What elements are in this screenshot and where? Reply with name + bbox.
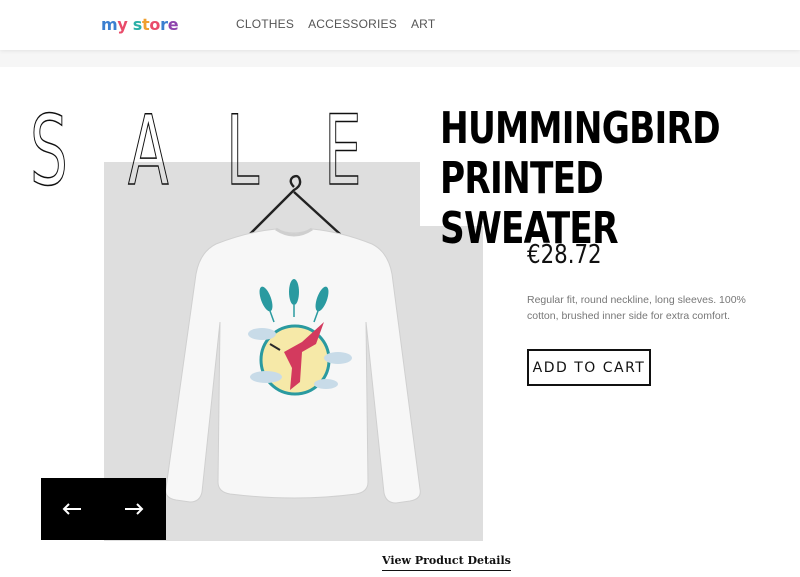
logo-letter: e — [167, 15, 179, 34]
product-title: HUMMINGBIRD PRINTED SWEATER — [440, 103, 721, 254]
logo-letter: r — [160, 15, 168, 34]
add-to-cart-button[interactable]: ADD TO CART — [527, 349, 651, 386]
logo-letter: y — [117, 15, 128, 34]
sale-letter: E — [324, 95, 363, 207]
logo-letter: o — [149, 15, 161, 34]
logo-letter: s — [132, 15, 143, 34]
main-nav: CLOTHES ACCESSORIES ART — [236, 17, 435, 31]
site-header: my store CLOTHES ACCESSORIES ART — [0, 0, 800, 50]
product-description: Regular fit, round neckline, long sleeve… — [527, 294, 746, 322]
arrow-right-icon — [125, 503, 144, 515]
logo-letter: t — [142, 15, 150, 34]
next-button[interactable] — [103, 478, 165, 540]
nav-link-clothes[interactable]: CLOTHES — [236, 17, 294, 31]
sale-letter: S — [30, 95, 69, 207]
arrow-left-icon — [62, 503, 81, 515]
header-divider — [0, 50, 800, 67]
view-product-details-link[interactable]: View Product Details — [382, 554, 511, 571]
sale-heading: SALE — [30, 95, 382, 207]
sale-letter: L — [226, 95, 260, 207]
prev-button[interactable] — [41, 478, 103, 540]
store-logo[interactable]: my store — [101, 13, 179, 37]
nav-link-art[interactable]: ART — [411, 17, 435, 31]
carousel-controls — [41, 478, 166, 540]
sale-letter: A — [128, 95, 170, 207]
logo-letter: m — [101, 15, 118, 34]
nav-link-accessories[interactable]: ACCESSORIES — [308, 17, 397, 31]
